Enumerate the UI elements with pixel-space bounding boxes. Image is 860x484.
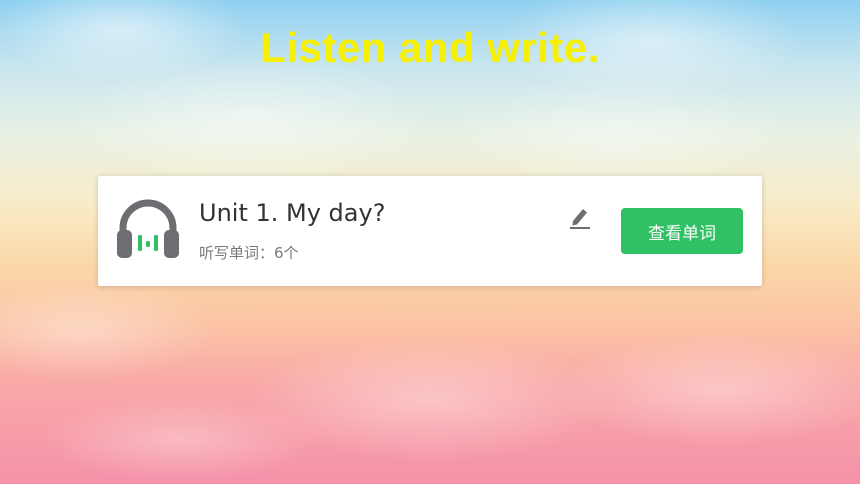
pencil-icon[interactable] (566, 203, 594, 231)
view-words-button[interactable]: 查看单词 (621, 208, 743, 254)
slide-background: Listen and write. Unit 1. My day? 听写单词：6… (0, 0, 860, 484)
unit-title: Unit 1. My day? (199, 199, 386, 227)
word-count-subtitle: 听写单词：6个 (199, 244, 299, 262)
page-title: Listen and write. (260, 24, 600, 71)
headphones-icon (116, 198, 180, 260)
dictation-card: Unit 1. My day? 听写单词：6个 查看单词 (98, 176, 762, 286)
